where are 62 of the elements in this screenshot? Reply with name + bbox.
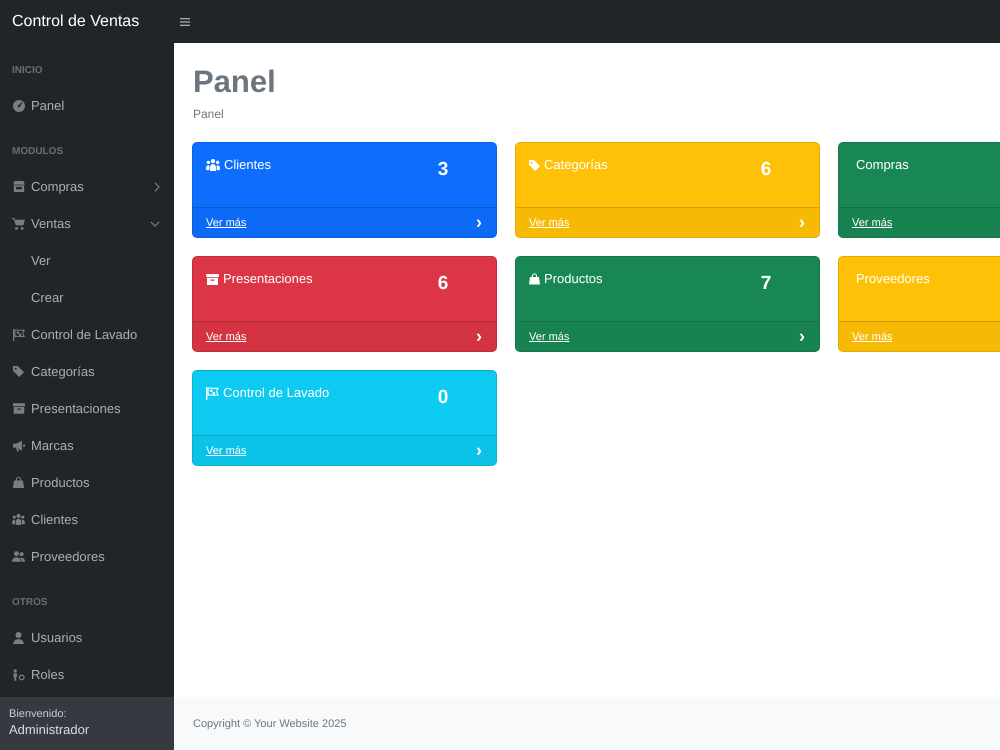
card-count: 6 <box>760 159 772 181</box>
user-name: Administrador <box>9 721 90 738</box>
users-icon <box>12 551 25 562</box>
chevron-right-icon: › <box>799 212 805 232</box>
card-title: Compras <box>856 156 909 174</box>
card-title: Categorías <box>544 156 608 174</box>
more-link[interactable]: Ver más <box>206 330 246 344</box>
greeting-text: Bienvenido: <box>9 707 66 721</box>
sidebar-item[interactable]: Compras <box>0 168 174 205</box>
breadcrumb-item: Panel <box>193 106 224 122</box>
flag-icon <box>206 386 219 400</box>
section-heading: OTROS <box>12 597 48 609</box>
card-title: Proveedores <box>856 270 930 288</box>
more-link[interactable]: Ver más <box>852 216 892 230</box>
archive-box-icon <box>12 403 24 414</box>
app-brand[interactable]: Control de Ventas <box>0 12 174 32</box>
person-icon <box>12 668 25 680</box>
sidebar-item[interactable]: Clientes <box>0 501 174 538</box>
sidebar-item[interactable]: Usuarios <box>0 619 174 656</box>
more-link[interactable]: Ver más <box>529 330 570 344</box>
sidebar-item[interactable]: Presentaciones <box>0 390 174 427</box>
people-group-icon <box>206 159 220 171</box>
shopping-bag-icon <box>13 477 24 488</box>
shopping-bag-icon <box>529 273 540 285</box>
sidebar-item[interactable]: Panel <box>0 87 174 124</box>
user-icon <box>13 632 24 644</box>
cart-icon <box>12 218 25 230</box>
sidebar-item[interactable]: Control de Lavado <box>0 316 174 353</box>
sidebar-item[interactable]: Roles <box>0 656 174 693</box>
people-group-icon <box>12 514 25 525</box>
card-count: 7 <box>760 273 772 295</box>
copyright-text: Copyright © Your Website 2025 <box>193 718 346 730</box>
chevron-right-icon: › <box>476 440 482 460</box>
sidebar-item[interactable]: Proveedores <box>0 538 174 575</box>
sidebar-item[interactable]: Categorías <box>0 353 174 390</box>
more-link[interactable]: Ver más <box>206 216 246 230</box>
gauge-icon <box>12 100 24 112</box>
card-count: 3 <box>438 159 448 181</box>
sidebar-item[interactable]: Marcas <box>0 427 174 464</box>
sidebar-item[interactable]: Ventas <box>0 205 174 242</box>
submenu-item[interactable]: Crear <box>0 279 174 316</box>
card-count: 0 <box>438 387 448 409</box>
archive-box-icon <box>206 274 219 284</box>
card-title: Productos <box>544 270 603 288</box>
store-icon <box>12 181 24 192</box>
tag-icon <box>13 366 24 377</box>
card-title: Clientes <box>224 156 271 174</box>
card-title: Control de Lavado <box>223 384 330 402</box>
page-title: Panel <box>193 63 276 101</box>
flag-icon <box>12 328 24 340</box>
submenu-item[interactable]: Ver <box>0 242 174 279</box>
megaphone-icon <box>12 440 24 452</box>
tag-icon <box>529 160 540 170</box>
chevron-right-icon: › <box>799 326 805 346</box>
card-count: 6 <box>438 273 448 295</box>
section-heading: INICIO <box>12 65 43 77</box>
section-heading: MODULOS <box>12 146 64 158</box>
chevron-right-icon: › <box>476 326 482 346</box>
card-title: Presentaciones <box>223 270 313 288</box>
menu-icon[interactable] <box>180 18 190 26</box>
sidebar-item[interactable]: Productos <box>0 464 174 501</box>
chevron-right-icon: › <box>476 212 482 232</box>
